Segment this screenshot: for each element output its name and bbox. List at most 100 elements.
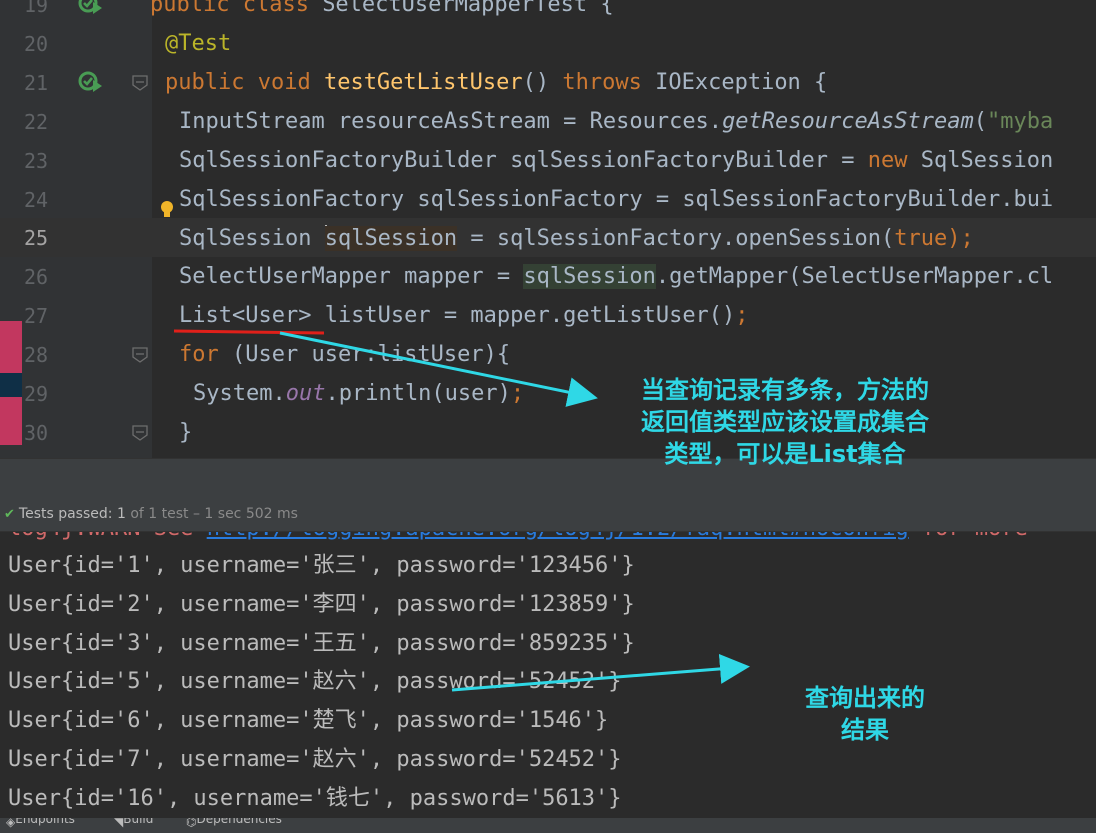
- code-text[interactable]: public void testGetListUser() throws IOE…: [165, 70, 827, 96]
- code-token: SelectUserMapperTest {: [322, 0, 614, 17]
- line-number: 26: [24, 265, 49, 290]
- line-number: 28: [24, 343, 49, 368]
- code-text[interactable]: SqlSessionFactory sqlSessionFactory = sq…: [179, 187, 1053, 213]
- test-status-bar: ✔ Tests passed: 1 of 1 test – 1 sec 502 m…: [0, 496, 1096, 532]
- tab-dependencies[interactable]: ⌬ Dependencies: [186, 818, 282, 829]
- note-line: 查询出来的: [805, 684, 925, 712]
- code-line[interactable]: 19 public class SelectUserMapperTest {: [0, 0, 1096, 24]
- tab-build[interactable]: ◥ Build: [114, 818, 153, 829]
- code-token: SqlSession: [920, 147, 1054, 173]
- code-line[interactable]: 20 @Test: [0, 24, 1096, 63]
- console-output-line: User{id='2', username='李四', password='12…: [8, 591, 635, 617]
- code-token: IOException {: [655, 69, 828, 95]
- code-token: .println(user): [325, 381, 511, 406]
- code-token: sqlSession: [324, 226, 458, 252]
- tab-endpoints[interactable]: ◈ Endpoints: [6, 818, 75, 829]
- note-line: 返回值类型应该设置成集合: [641, 408, 929, 436]
- line-number: 20: [24, 31, 49, 56]
- code-text[interactable]: SqlSessionFactoryBuilder sqlSessionFacto…: [179, 148, 1053, 174]
- code-line[interactable]: 28 for (User user:listUser){: [0, 335, 1096, 374]
- code-token: (): [522, 69, 563, 95]
- console-output-line: User{id='5', username='赵六', password='52…: [8, 669, 622, 695]
- fold-icon[interactable]: [131, 424, 149, 442]
- code-token: @Test: [165, 30, 232, 56]
- fold-icon[interactable]: [131, 74, 149, 92]
- line-number: 24: [24, 187, 49, 212]
- code-text[interactable]: InputStream resourceAsStream = Resources…: [179, 109, 1053, 135]
- warn-prefix: log4j:WARN See: [8, 532, 207, 541]
- code-token: new: [867, 147, 921, 173]
- run-test-icon[interactable]: [78, 70, 104, 94]
- fold-icon[interactable]: [131, 346, 149, 364]
- code-token: getResourceAsStream: [722, 108, 974, 134]
- console-warn-line: log4j:WARN See http://logging.apache.org…: [8, 532, 1028, 542]
- code-token: testGetListUser: [323, 69, 523, 95]
- line-number: 23: [24, 148, 49, 173]
- code-token: throws: [562, 69, 656, 95]
- code-token: "myba: [986, 108, 1054, 134]
- code-line[interactable]: 23 SqlSessionFactoryBuilder sqlSessionFac…: [0, 141, 1096, 180]
- code-token: out: [285, 381, 326, 406]
- note-line: 当查询记录有多条，方法的: [641, 376, 929, 404]
- code-line[interactable]: 21 public void testGetListUser() throws I…: [0, 63, 1096, 102]
- code-token: (: [973, 108, 987, 134]
- code-text[interactable]: }: [179, 420, 192, 446]
- code-text[interactable]: @Test: [165, 31, 231, 57]
- code-token: System.: [193, 381, 286, 406]
- code-token: sqlSession: [523, 264, 656, 290]
- console-output-line: User{id='7', username='赵六', password='52…: [8, 747, 622, 772]
- code-token: public class: [150, 0, 323, 17]
- code-token: public void: [165, 69, 324, 95]
- run-console[interactable]: log4j:WARN See http://logging.apache.org…: [0, 532, 1096, 818]
- code-token: for: [179, 342, 232, 368]
- check-icon: ✔: [4, 507, 15, 522]
- code-token: .getMapper(SelectUserMapper.cl: [655, 264, 1054, 290]
- line-number: 22: [24, 109, 49, 134]
- code-text[interactable]: SqlSession sqlSession = sqlSessionFactor…: [179, 225, 974, 252]
- line-number: 19: [24, 0, 49, 17]
- code-token: }: [179, 419, 193, 445]
- code-text[interactable]: List<User> listUser = mapper.getListUser…: [179, 303, 749, 329]
- line-number: 25: [24, 226, 49, 251]
- code-line[interactable]: 24 SqlSessionFactory sqlSessionFactory = …: [0, 180, 1096, 220]
- code-line[interactable]: 22 InputStream resourceAsStream = Resourc…: [0, 102, 1096, 141]
- console-output-line: User{id='3', username='王五', password='85…: [8, 630, 635, 656]
- code-line[interactable]: 25 SqlSession sqlSession = sqlSessionFact…: [0, 218, 1096, 258]
- note-line: 结果: [841, 716, 889, 744]
- tab-endpoints-label: Endpoints: [15, 818, 75, 826]
- code-token: true: [894, 226, 948, 252]
- code-line[interactable]: 27 List<User> listUser = mapper.getListUs…: [0, 296, 1096, 335]
- console-output-line: User{id='1', username='张三', password='12…: [8, 553, 635, 578]
- warn-link[interactable]: http://logging.apache.org/log4j/1.2/faq.…: [207, 532, 909, 541]
- console-output-line: User{id='6', username='楚飞', password='15…: [8, 708, 609, 734]
- code-text[interactable]: public class SelectUserMapperTest {: [150, 0, 614, 18]
- code-text[interactable]: System.out.println(user);: [193, 381, 524, 407]
- code-token: SqlSessionFactoryBuilder sqlSessionFacto…: [179, 147, 868, 173]
- code-token: SqlSessionFactory sqlSessionFactory = sq…: [179, 186, 1054, 212]
- tab-dependencies-label: Dependencies: [196, 818, 282, 826]
- code-token: (User user:listUser){: [231, 342, 511, 368]
- status-prefix: Tests passed:: [18, 506, 117, 522]
- bottom-tool-bar: ◈ Endpoints ◥ Build ⌬ Dependencies: [0, 818, 1096, 833]
- code-token: );: [947, 226, 974, 252]
- code-token: ;: [735, 303, 749, 329]
- code-token: SelectUserMapper mapper =: [179, 264, 524, 290]
- run-test-icon[interactable]: [78, 0, 104, 16]
- line-number: 27: [24, 304, 49, 329]
- code-text[interactable]: for (User user:listUser){: [179, 342, 510, 368]
- code-token: = sqlSessionFactory.openSession(: [457, 226, 895, 252]
- status-count: 1: [116, 506, 126, 522]
- code-token: List<User> listUser = mapper.getListUser…: [179, 303, 736, 329]
- code-token: InputStream resourceAsStream = Resources…: [179, 108, 723, 134]
- annotation-note-return-type: 当查询记录有多条，方法的 返回值类型应该设置成集合 类型，可以是List集合: [600, 374, 970, 470]
- code-line[interactable]: 26 SelectUserMapper mapper = sqlSession.g…: [0, 257, 1096, 296]
- console-output-line: User{id='16', username='钱七', password='5…: [8, 785, 622, 811]
- annotation-note-result: 查询出来的 结果: [770, 682, 960, 746]
- lightbulb-icon[interactable]: [160, 200, 174, 220]
- note-line: 类型，可以是List集合: [664, 440, 906, 468]
- code-text[interactable]: SelectUserMapper mapper = sqlSession.get…: [179, 264, 1053, 290]
- warn-suffix: for more: [909, 532, 1028, 541]
- tab-build-label: Build: [123, 818, 154, 826]
- status-suffix: of 1 test – 1 sec 502 ms: [125, 506, 298, 522]
- code-token: ;: [510, 381, 525, 406]
